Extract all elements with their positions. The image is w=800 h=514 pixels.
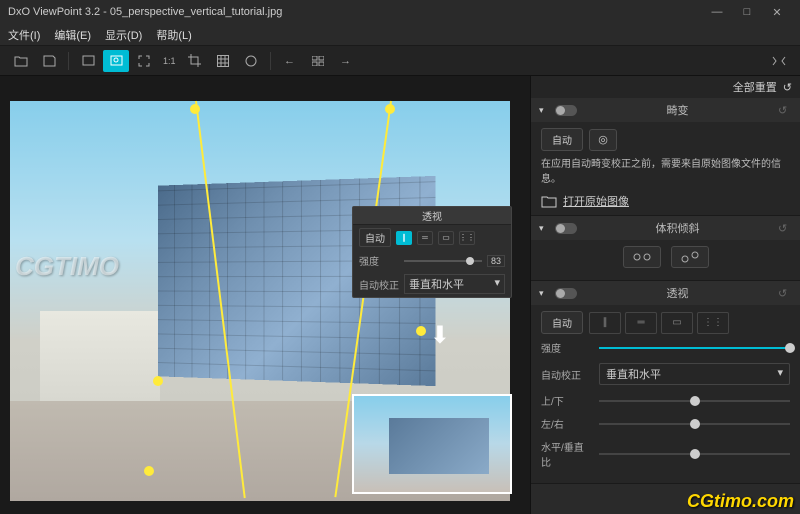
info-icon[interactable] [238, 50, 264, 72]
popup-rect-icon[interactable]: ▭ [438, 231, 454, 245]
volume-horiz-icon[interactable] [623, 246, 661, 268]
menu-help[interactable]: 帮助(L) [156, 27, 191, 43]
section-toggle[interactable] [555, 288, 577, 299]
result-thumbnail [352, 394, 512, 494]
section-title: 透视 [583, 285, 772, 301]
reset-icon[interactable]: ↺ [778, 287, 792, 300]
window-title: DxO ViewPoint 3.2 - 05_perspective_verti… [8, 6, 702, 18]
popup-title: 透视 [353, 207, 511, 225]
popup-intensity-slider[interactable] [404, 260, 482, 262]
watermark-canvas: CGTIMO [15, 251, 119, 282]
persp-vertical-icon[interactable]: ∥ [589, 312, 621, 334]
volume-diag-icon[interactable] [671, 246, 709, 268]
ud-slider[interactable] [599, 400, 790, 402]
section-title: 畸变 [583, 102, 772, 118]
distortion-target-icon[interactable]: ◎ [589, 129, 617, 151]
popup-8point-icon[interactable]: ⋮⋮ [459, 231, 475, 245]
title-bar: DxO ViewPoint 3.2 - 05_perspective_verti… [0, 0, 800, 24]
popup-autocorrect-select[interactable]: 垂直和水平▾ [404, 274, 505, 294]
crop-icon[interactable] [182, 50, 208, 72]
autocorrect-select[interactable]: 垂直和水平▾ [599, 363, 790, 385]
perspective-popup[interactable]: 透视 自动 ∥ ═ ▭ ⋮⋮ 强度 83 自动校正 垂直和水平▾ [352, 206, 512, 298]
section-header[interactable]: ▾ 透视 ↺ [531, 281, 800, 305]
lr-slider[interactable] [599, 423, 790, 425]
popup-vertical-icon[interactable]: ∥ [396, 231, 412, 245]
perspective-handle[interactable] [416, 326, 426, 336]
minimize-button[interactable]: — [702, 0, 732, 24]
separator [270, 52, 271, 70]
menu-file[interactable]: 文件(I) [8, 27, 40, 43]
popup-autocorrect-label: 自动校正 [359, 277, 399, 292]
close-button[interactable]: ✕ [762, 0, 792, 24]
hv-slider[interactable] [599, 453, 790, 455]
perspective-handle[interactable] [385, 104, 395, 114]
reset-all-icon[interactable]: ↺ [783, 81, 792, 94]
main-area: CGTIMO 透视 自动 ∥ ═ ▭ ⋮⋮ 强度 83 自动校正 垂直和水平▾ … [0, 76, 800, 514]
maximize-button[interactable]: □ [732, 0, 762, 24]
side-panel: 全部重置 ↺ ▾ 畸变 ↺ 自动 ◎ 在应用自动畸变校正之前，需要来自原始图像文… [530, 76, 800, 514]
expand-icon[interactable] [766, 50, 792, 72]
grid-icon[interactable] [210, 50, 236, 72]
lr-label: 左/右 [541, 416, 591, 431]
perspective-handle[interactable] [153, 376, 163, 386]
ud-label: 上/下 [541, 393, 591, 408]
reset-all-label[interactable]: 全部重置 [733, 79, 777, 95]
section-perspective: ▾ 透视 ↺ 自动 ∥ ═ ▭ ⋮⋮ 强度 [531, 281, 800, 484]
hv-label: 水平/垂直比 [541, 439, 591, 469]
section-distortion: ▾ 畸变 ↺ 自动 ◎ 在应用自动畸变校正之前，需要来自原始图像文件的信息。 打… [531, 98, 800, 216]
prev-icon[interactable]: ← [277, 50, 303, 72]
open-original-link[interactable]: 打开原始图像 [541, 193, 790, 209]
persp-rect-icon[interactable]: ▭ [661, 312, 693, 334]
perspective-handle[interactable] [144, 466, 154, 476]
popup-intensity-label: 强度 [359, 253, 399, 268]
separator [68, 52, 69, 70]
perspective-auto-button[interactable]: 自动 [541, 311, 583, 334]
toolbar: 1:1 ← → [0, 46, 800, 76]
chevron-down-icon: ▾ [539, 105, 549, 116]
reset-icon[interactable]: ↺ [778, 104, 792, 117]
popup-auto-button[interactable]: 自动 [359, 228, 391, 247]
distortion-auto-button[interactable]: 自动 [541, 128, 583, 151]
popup-horizontal-icon[interactable]: ═ [417, 231, 433, 245]
menu-edit[interactable]: 编辑(E) [54, 27, 91, 43]
chevron-down-icon: ▾ [539, 288, 549, 299]
section-volume: ▾ 体积倾斜 ↺ [531, 216, 800, 281]
section-header[interactable]: ▾ 畸变 ↺ [531, 98, 800, 122]
view-compare-icon[interactable] [103, 50, 129, 72]
section-toggle[interactable] [555, 223, 577, 234]
section-title: 体积倾斜 [583, 220, 772, 236]
distortion-info-text: 在应用自动畸变校正之前，需要来自原始图像文件的信息。 [541, 157, 790, 187]
view-single-icon[interactable] [75, 50, 101, 72]
popup-intensity-value[interactable]: 83 [487, 255, 505, 267]
intensity-label: 强度 [541, 340, 591, 355]
fullscreen-icon[interactable] [131, 50, 157, 72]
persp-8point-icon[interactable]: ⋮⋮ [697, 312, 729, 334]
reset-icon[interactable]: ↺ [778, 222, 792, 235]
zoom-11-button[interactable]: 1:1 [159, 50, 180, 72]
autocorrect-label: 自动校正 [541, 367, 591, 382]
next-icon[interactable]: → [333, 50, 359, 72]
open-folder-icon[interactable] [8, 50, 34, 72]
panel-header: 全部重置 ↺ [531, 76, 800, 98]
section-toggle[interactable] [555, 105, 577, 116]
menu-view[interactable]: 显示(D) [105, 27, 142, 43]
watermark-footer: CGtimo.com [687, 491, 794, 512]
section-header[interactable]: ▾ 体积倾斜 ↺ [531, 216, 800, 240]
image-viewport[interactable]: CGTIMO 透视 自动 ∥ ═ ▭ ⋮⋮ 强度 83 自动校正 垂直和水平▾ … [0, 76, 530, 514]
persp-horizontal-icon[interactable]: ═ [625, 312, 657, 334]
save-icon[interactable] [36, 50, 62, 72]
perspective-handle[interactable] [190, 104, 200, 114]
menu-bar: 文件(I) 编辑(E) 显示(D) 帮助(L) [0, 24, 800, 46]
folder-icon [541, 195, 557, 208]
intensity-slider[interactable] [599, 347, 790, 349]
arrow-down-icon: ⬇ [430, 321, 450, 350]
thumbnails-icon[interactable] [305, 50, 331, 72]
chevron-down-icon: ▾ [539, 223, 549, 234]
